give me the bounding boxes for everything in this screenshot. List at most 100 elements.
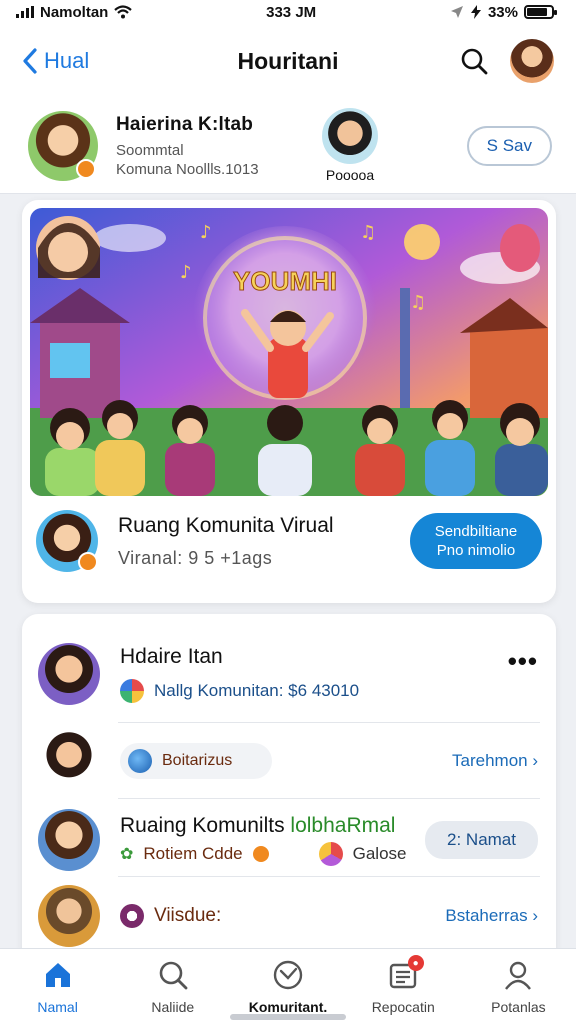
profile-subtitle: Soommtal xyxy=(116,141,184,159)
more-options-icon[interactable]: ••• xyxy=(508,646,538,677)
nav-actions xyxy=(460,39,554,83)
svg-text:♫: ♫ xyxy=(410,292,426,313)
nav-bar: Hual Houritani xyxy=(0,24,576,98)
profile-name: Haierina K:ltab xyxy=(116,113,254,135)
wifi-icon xyxy=(114,5,133,19)
tab-search[interactable]: Naliide xyxy=(115,949,230,1024)
list-item-title: Ruaing Komunilts lolbhaRmal xyxy=(120,814,425,838)
badge-icon xyxy=(252,846,269,862)
list-item-subtitle-2: Galose xyxy=(352,844,407,863)
location-icon xyxy=(450,6,463,18)
list-item-title: Hdaire Itan xyxy=(120,645,223,668)
search-icon[interactable] xyxy=(460,47,488,75)
community-banner-image[interactable]: YOUMHI ♪ ♫ ♪ ♫ xyxy=(30,208,548,496)
list-item-subtitle-row: ✿ Rotiem Cdde Galose xyxy=(120,842,425,866)
svg-text:♪: ♪ xyxy=(200,222,212,243)
status-right: 33% xyxy=(450,3,557,21)
community-hero-card: YOUMHI ♪ ♫ ♪ ♫ Ruang Komunita Virual Vir… xyxy=(22,200,556,603)
tab-community[interactable]: Komuritant. xyxy=(230,949,345,1024)
list-item-body: Hdaire Itan Nallg Komunitan: $6 43010 xyxy=(120,645,508,703)
list-item-subtitle: Nallg Komunitan: $6 43010 xyxy=(154,681,360,700)
divider xyxy=(118,798,540,799)
tab-label: Namal xyxy=(37,999,78,1015)
profile-header: Haierina K:ltab Soommtal Komuna Noollls.… xyxy=(0,98,576,194)
status-pill: Boitarizus xyxy=(120,743,273,779)
hero-subtitle: Viranal: 9 5 +1ags xyxy=(118,547,273,568)
tab-label: Potanlas xyxy=(491,999,546,1015)
signal-icon xyxy=(16,6,34,18)
status-pill-label: Boitarizus xyxy=(162,752,233,769)
chevron-left-icon xyxy=(23,48,37,74)
list-item-subtitle: Viisdue: xyxy=(154,905,222,926)
friend-label: Pooooa xyxy=(325,167,375,183)
battery-percent: 33% xyxy=(487,3,518,21)
hero-text: Ruang Komunita Virual Viranal: 9 5 +1ags xyxy=(118,514,334,569)
back-button[interactable]: Hual xyxy=(22,48,89,74)
list-item-body: Viisdue: xyxy=(120,904,445,928)
list-item-body: Boitarizus xyxy=(120,743,452,779)
list-item-link[interactable]: Tarehmon › xyxy=(452,751,538,771)
status-bar: Namoltan 333 JM 33% xyxy=(0,0,576,24)
hero-avatar[interactable] xyxy=(36,510,98,572)
community-icon xyxy=(120,679,144,703)
tab-bar: Namal Naliide Komuritant. ● Repocatin Po… xyxy=(0,948,576,1024)
list-avatar xyxy=(38,885,100,947)
friend-item[interactable]: Pooooa xyxy=(322,108,378,183)
globe-icon xyxy=(128,749,152,773)
list-item-subtitle: Rotiem Cdde xyxy=(143,844,243,863)
profile-subtitle-2: Komuna Noollls.1013 xyxy=(116,160,259,178)
svg-text:♪: ♪ xyxy=(180,262,192,283)
list-item-subtitle-row: Viisdue: xyxy=(120,904,445,928)
list-item[interactable]: Hdaire Itan Nallg Komunitan: $6 43010 ••… xyxy=(22,628,556,720)
search-icon xyxy=(159,961,188,990)
list-item[interactable]: Boitarizus Tarehmon › xyxy=(22,724,556,798)
list-avatar xyxy=(38,643,100,705)
list-avatar xyxy=(38,730,100,792)
list-avatar xyxy=(38,809,100,871)
tab-home[interactable]: Namal xyxy=(0,949,115,1024)
charging-icon xyxy=(470,5,481,19)
profile-avatar[interactable] xyxy=(28,110,98,181)
clock: 333 JM xyxy=(266,3,317,21)
battery-fill xyxy=(526,8,548,16)
tab-label: Komuritant. xyxy=(248,999,328,1015)
svg-text:♫: ♫ xyxy=(360,222,376,243)
tab-label: Naliide xyxy=(151,999,195,1015)
profile-info: Haierina K:ltab Soommtal Komuna Noollls.… xyxy=(116,114,286,178)
list-item-title-accent: lolbhaRmal xyxy=(290,814,396,837)
list-item-body: Ruaing Komunilts lolbhaRmal ✿ Rotiem Cdd… xyxy=(120,814,425,866)
home-icon xyxy=(45,963,70,987)
save-button[interactable]: S Sav xyxy=(466,125,552,166)
profile-status-dot xyxy=(76,158,96,179)
back-label: Hual xyxy=(44,48,90,73)
hero-status-dot xyxy=(78,552,98,572)
tab-profile[interactable]: Potanlas xyxy=(461,949,576,1024)
tab-report[interactable]: ● Repocatin xyxy=(346,949,461,1024)
divider xyxy=(118,722,540,723)
banner-text: YOUMHI xyxy=(233,266,337,296)
list-item-subtitle-row: Nallg Komunitan: $6 43010 xyxy=(120,679,508,703)
list-item[interactable]: Viisdue: Bstaherras › xyxy=(22,878,556,954)
divider xyxy=(118,876,540,877)
battery-icon xyxy=(523,5,557,19)
friend-avatar xyxy=(322,108,378,164)
join-button[interactable]: Sendbiltiane Pno nimolio xyxy=(410,513,542,569)
notification-badge: ● xyxy=(407,955,424,971)
hero-title: Ruang Komunita Virual xyxy=(118,513,334,537)
hero-footer: Ruang Komunita Virual Viranal: 9 5 +1ags… xyxy=(30,496,548,572)
user-avatar[interactable] xyxy=(510,39,554,83)
tab-label: Repocatin xyxy=(371,999,435,1015)
lock-icon xyxy=(120,904,144,928)
home-indicator xyxy=(230,1014,346,1020)
list-item-title-main: Ruaing Komunilts xyxy=(120,814,291,837)
leaf-icon: ✿ xyxy=(120,846,134,863)
join-label-line-1: Sendbiltiane xyxy=(434,523,518,540)
list-item-link[interactable]: Bstaherras › xyxy=(445,906,538,926)
status-left: Namoltan xyxy=(16,3,133,21)
community-list: Hdaire Itan Nallg Komunitan: $6 43010 ••… xyxy=(22,614,556,954)
community-icon xyxy=(273,960,303,990)
name-button[interactable]: 2: Namat xyxy=(425,821,538,859)
list-item[interactable]: Ruaing Komunilts lolbhaRmal ✿ Rotiem Cdd… xyxy=(22,800,556,880)
profile-icon xyxy=(505,961,532,990)
carrier-name: Namoltan xyxy=(40,3,109,21)
